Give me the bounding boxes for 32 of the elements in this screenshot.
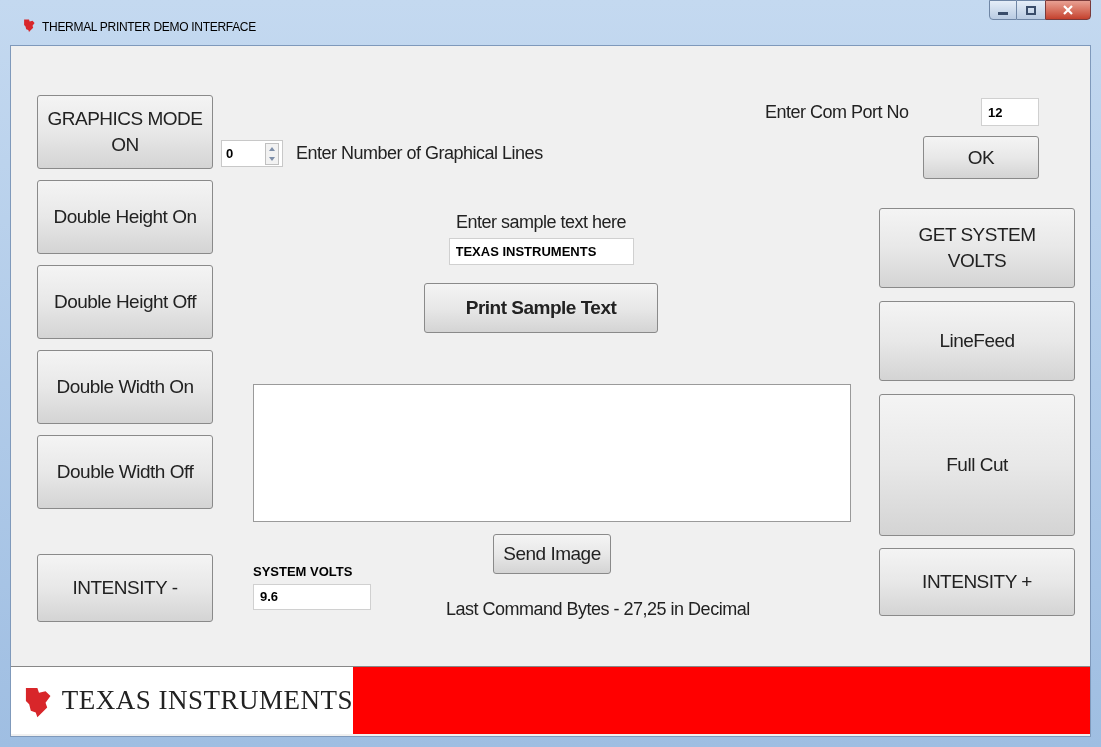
close-icon[interactable] <box>1062 5 1074 15</box>
ok-button[interactable]: OK <box>923 136 1039 179</box>
minimize-icon[interactable] <box>998 11 1008 15</box>
command-button[interactable]: GET SYSTEM VOLTS <box>879 208 1075 288</box>
brand-name: TEXAS INSTRUMENTS <box>61 684 353 718</box>
command-button[interactable]: Double Height On <box>37 180 213 254</box>
window-title: THERMAL PRINTER DEMO INTERFACE <box>42 19 256 36</box>
intensity-down-button[interactable]: INTENSITY - <box>37 554 213 622</box>
command-button[interactable]: Full Cut <box>879 394 1075 536</box>
command-button[interactable]: Double Width On <box>37 350 213 424</box>
maximize-icon[interactable] <box>1026 5 1036 15</box>
command-button[interactable]: GRAPHICS MODE ON <box>37 95 213 169</box>
command-button[interactable]: Double Width Off <box>37 435 213 509</box>
minimize-button[interactable] <box>989 0 1017 20</box>
graphical-lines-label: Enter Number of Graphical Lines <box>296 142 543 165</box>
print-sample-button[interactable]: Print Sample Text <box>424 283 658 333</box>
close-button[interactable] <box>1045 0 1091 20</box>
command-button[interactable]: LineFeed <box>879 301 1075 381</box>
spinner-arrows-icon[interactable] <box>265 142 279 165</box>
command-button[interactable]: Double Height Off <box>37 265 213 339</box>
system-volts-label: SYSTEM VOLTS <box>253 563 354 581</box>
system-volts-field[interactable]: 9.6 <box>253 583 371 610</box>
send-image-button[interactable]: Send Image <box>493 534 611 574</box>
sample-text-label: Enter sample text here <box>455 211 627 234</box>
com-port-label: Enter Com Port No <box>765 100 909 124</box>
logo-icon <box>22 18 36 32</box>
last-command-text: Last Command Bytes - 27,25 in Decimal <box>446 598 750 621</box>
graphical-lines-spinner[interactable]: 0 <box>221 140 283 167</box>
com-port-field[interactable]: 12 <box>981 98 1039 126</box>
maximize-button[interactable] <box>1017 0 1045 20</box>
sample-text-field[interactable]: TEXAS INSTRUMENTS <box>448 238 634 265</box>
intensity-up-button[interactable]: INTENSITY + <box>879 548 1075 616</box>
